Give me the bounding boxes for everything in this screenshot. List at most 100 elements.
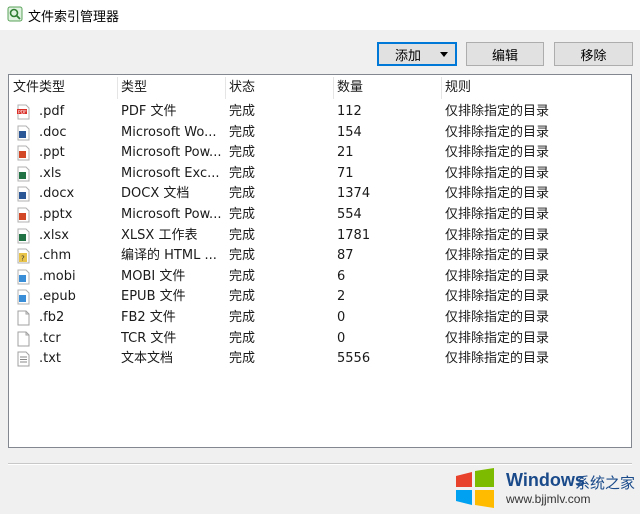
watermark-url: www.bjjmlv.com [506, 492, 591, 506]
cell-kind: 文本文档 [121, 351, 174, 367]
cell-kind: PDF 文件 [121, 104, 177, 119]
svg-text:PDF: PDF [18, 109, 27, 115]
cell-kind: TCR 文件 [121, 330, 177, 346]
cell-rule: 仅排除指定的目录 [445, 186, 550, 202]
cell-count: 87 [337, 248, 354, 264]
cell-file-type: .xls [39, 165, 62, 181]
column-header-rule[interactable]: 规则 [441, 75, 631, 101]
cell-rule: 仅排除指定的目录 [445, 248, 550, 264]
cell-kind: Microsoft Exc... [121, 165, 220, 181]
cell-kind: Microsoft Wo... [121, 124, 217, 140]
cell-kind: FB2 文件 [121, 310, 176, 325]
cell-file-type: .mobi [39, 268, 76, 284]
cell-status: 完成 [229, 207, 256, 222]
table-row[interactable]: .xlsx XLSX 工作表 完成 1781 仅排除指定的目录 [9, 226, 631, 247]
cell-status: 完成 [229, 165, 256, 181]
epub-file-icon [17, 289, 30, 305]
chm-file-icon: ? [17, 248, 30, 264]
cell-file-type: .epub [39, 289, 76, 305]
cell-kind: Microsoft Pow... [121, 207, 222, 222]
cell-count: 1374 [337, 186, 371, 202]
cell-count: 554 [337, 207, 362, 222]
table-row[interactable]: PDF .pdf PDF 文件 完成 112 仅排除指定的目录 [9, 102, 631, 123]
cell-count: 154 [337, 124, 362, 140]
cell-status: 完成 [229, 227, 256, 243]
cell-status: 完成 [229, 104, 256, 119]
excel-file-icon [17, 166, 30, 182]
table-row[interactable]: .mobi MOBI 文件 完成 6 仅排除指定的目录 [9, 267, 631, 288]
add-button-label: 添加 [394, 48, 421, 64]
cell-rule: 仅排除指定的目录 [445, 330, 550, 346]
table-row[interactable]: .tcr TCR 文件 完成 0 仅排除指定的目录 [9, 329, 631, 350]
cell-kind: MOBI 文件 [121, 268, 186, 284]
cell-status: 完成 [229, 310, 256, 325]
svg-text:?: ? [21, 255, 25, 263]
edit-button-label: 编辑 [491, 48, 518, 64]
title-bar: 文件索引管理器 [0, 0, 640, 30]
cell-count: 71 [337, 165, 354, 181]
file-type-list[interactable]: 文件类型 类型 状态 数量 规则 PDF .pdf PDF 文件 完成 112 仅排除指定… [8, 74, 632, 448]
add-button[interactable]: 添加 [377, 42, 457, 66]
chevron-down-icon[interactable] [440, 52, 448, 57]
cell-count: 2 [337, 289, 346, 305]
pptx-file-icon [17, 207, 30, 223]
column-header-kind[interactable]: 类型 [117, 75, 225, 101]
mobi-file-icon [17, 269, 30, 285]
edit-button[interactable]: 编辑 [466, 42, 544, 66]
cell-file-type: .doc [39, 124, 67, 140]
table-row[interactable]: .txt 文本文档 完成 5556 仅排除指定的目录 [9, 349, 631, 370]
cell-status: 完成 [229, 330, 256, 346]
cell-count: 1781 [337, 227, 371, 243]
table-row[interactable]: .ppt Microsoft Pow... 完成 21 仅排除指定的目录 [9, 143, 631, 164]
watermark: Windows 系统之家 www.bjjmlv.com [446, 458, 640, 514]
cell-file-type: .chm [39, 248, 72, 264]
remove-button[interactable]: 移除 [554, 42, 633, 66]
xlsx-file-icon [17, 228, 30, 244]
table-row[interactable]: .docx DOCX 文档 完成 1374 仅排除指定的目录 [9, 184, 631, 205]
table-row[interactable]: .fb2 FB2 文件 完成 0 仅排除指定的目录 [9, 308, 631, 329]
table-row[interactable]: .xls Microsoft Exc... 完成 71 仅排除指定的目录 [9, 164, 631, 185]
cell-count: 0 [337, 310, 346, 325]
list-header: 文件类型 类型 状态 数量 规则 [9, 75, 631, 101]
cell-status: 完成 [229, 351, 256, 367]
cell-count: 0 [337, 330, 346, 346]
cell-kind: DOCX 文档 [121, 186, 190, 202]
cell-file-type: .pptx [39, 207, 73, 222]
column-header-count[interactable]: 数量 [333, 75, 441, 101]
column-header-file-type[interactable]: 文件类型 [9, 75, 117, 101]
cell-status: 完成 [229, 289, 256, 305]
blank-file-icon [17, 310, 30, 326]
cell-status: 完成 [229, 186, 256, 202]
table-row[interactable]: ? .chm 编译的 HTML ... 完成 87 仅排除指定的目录 [9, 246, 631, 267]
table-row[interactable]: .epub EPUB 文件 完成 2 仅排除指定的目录 [9, 287, 631, 308]
cell-rule: 仅排除指定的目录 [445, 124, 550, 140]
cell-file-type: .docx [39, 186, 75, 202]
watermark-suffix: 系统之家 [575, 474, 636, 492]
table-row[interactable]: .pptx Microsoft Pow... 完成 554 仅排除指定的目录 [9, 205, 631, 226]
cell-rule: 仅排除指定的目录 [445, 351, 550, 367]
cell-count: 112 [337, 104, 362, 119]
powerpoint-file-icon [17, 145, 30, 161]
cell-rule: 仅排除指定的目录 [445, 207, 550, 222]
magnifier-app-icon [7, 6, 23, 22]
column-header-status[interactable]: 状态 [225, 75, 333, 101]
cell-count: 5556 [337, 351, 371, 367]
cell-file-type: .fb2 [39, 310, 65, 325]
cell-status: 完成 [229, 145, 256, 161]
text-file-icon [17, 351, 30, 367]
pdf-file-icon: PDF [17, 104, 30, 120]
blank-file-icon [17, 331, 30, 347]
cell-file-type: .txt [39, 351, 62, 367]
cell-file-type: .ppt [39, 145, 65, 161]
cell-file-type: .tcr [39, 330, 61, 346]
cell-rule: 仅排除指定的目录 [445, 227, 550, 243]
table-row[interactable]: .doc Microsoft Wo... 完成 154 仅排除指定的目录 [9, 123, 631, 144]
cell-status: 完成 [229, 248, 256, 264]
cell-kind: EPUB 文件 [121, 289, 186, 305]
cell-file-type: .pdf [39, 104, 65, 119]
cell-rule: 仅排除指定的目录 [445, 289, 550, 305]
cell-kind: XLSX 工作表 [121, 227, 198, 243]
cell-file-type: .xlsx [39, 227, 69, 243]
cell-rule: 仅排除指定的目录 [445, 268, 550, 284]
cell-rule: 仅排除指定的目录 [445, 145, 550, 161]
